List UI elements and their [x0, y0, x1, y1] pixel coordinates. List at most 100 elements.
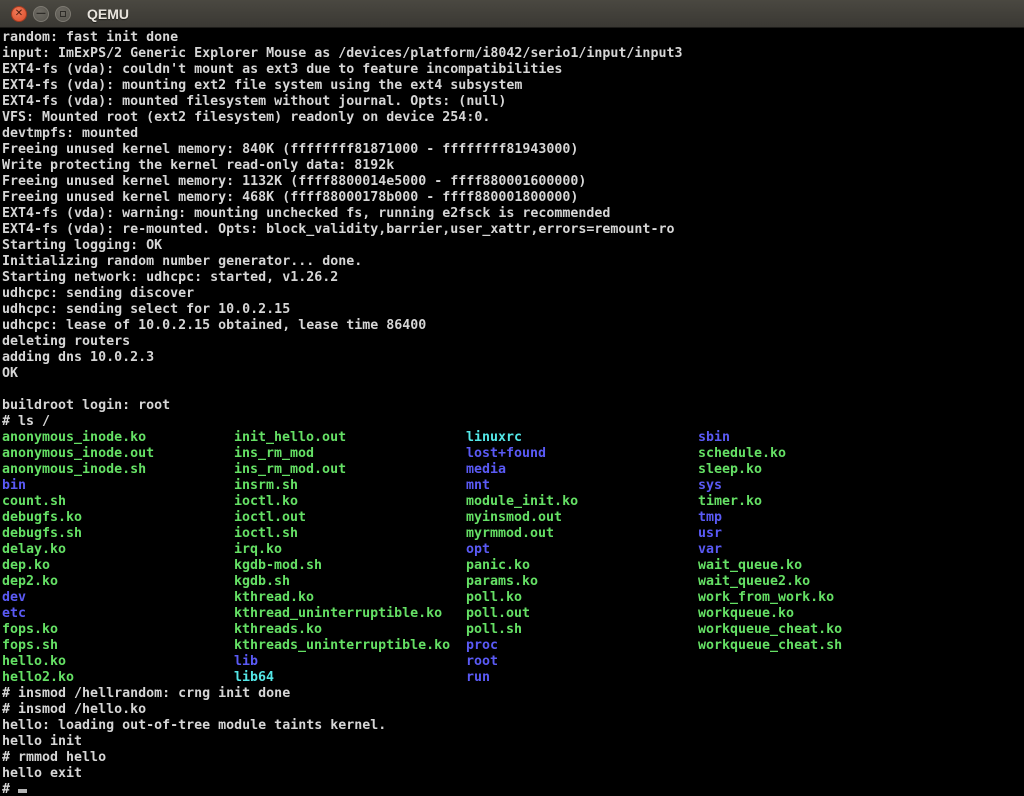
- file-entry: fops.ko: [2, 622, 234, 638]
- maximize-button[interactable]: [55, 6, 71, 22]
- ls-output-row: anonymous_inode.shins_rm_mod.outmediasle…: [2, 462, 1024, 478]
- console-line: udhcpc: sending discover: [2, 286, 1024, 302]
- file-entry: anonymous_inode.out: [2, 446, 234, 462]
- console-line: Freeing unused kernel memory: 1132K (fff…: [2, 174, 1024, 190]
- file-entry: ins_rm_mod: [234, 446, 466, 462]
- ls-output-row: hello.kolibroot: [2, 654, 1024, 670]
- console-line: udhcpc: lease of 10.0.2.15 obtained, lea…: [2, 318, 1024, 334]
- file-entry: workqueue.ko: [698, 606, 794, 622]
- console-line: # insmod /hello.ko: [2, 702, 1024, 718]
- console-line: hello exit: [2, 766, 1024, 782]
- file-entry: kthread_uninterruptible.ko: [234, 606, 466, 622]
- console-line: random: fast init done: [2, 30, 1024, 46]
- minimize-icon: —: [36, 9, 46, 19]
- console-line: # rmmod hello: [2, 750, 1024, 766]
- console-line: hello init: [2, 734, 1024, 750]
- ls-output-row: bininsrm.shmntsys: [2, 478, 1024, 494]
- file-entry: kthreads.ko: [234, 622, 466, 638]
- file-entry: poll.out: [466, 606, 698, 622]
- console-line: input: ImExPS/2 Generic Explorer Mouse a…: [2, 46, 1024, 62]
- console-line: EXT4-fs (vda): couldn't mount as ext3 du…: [2, 62, 1024, 78]
- window-titlebar[interactable]: ✕ — QEMU: [0, 0, 1024, 28]
- file-entry: count.sh: [2, 494, 234, 510]
- console-line: OK: [2, 366, 1024, 382]
- file-entry: params.ko: [466, 574, 698, 590]
- file-entry: sys: [698, 478, 722, 494]
- console-line: EXT4-fs (vda): mounting ext2 file system…: [2, 78, 1024, 94]
- console-line: Freeing unused kernel memory: 468K (ffff…: [2, 190, 1024, 206]
- console-line: deleting routers: [2, 334, 1024, 350]
- console-line: VFS: Mounted root (ext2 filesystem) read…: [2, 110, 1024, 126]
- file-entry: poll.sh: [466, 622, 698, 638]
- file-entry: init_hello.out: [234, 430, 466, 446]
- file-entry: media: [466, 462, 698, 478]
- file-entry: work_from_work.ko: [698, 590, 834, 606]
- file-entry: kthreads_uninterruptible.ko: [234, 638, 466, 654]
- ls-output-row: devkthread.kopoll.kowork_from_work.ko: [2, 590, 1024, 606]
- qemu-console[interactable]: random: fast init doneinput: ImExPS/2 Ge…: [0, 28, 1024, 795]
- file-entry: proc: [466, 638, 698, 654]
- file-entry: timer.ko: [698, 494, 762, 510]
- ls-output-row: dep.kokgdb-mod.shpanic.kowait_queue.ko: [2, 558, 1024, 574]
- file-entry: kgdb-mod.sh: [234, 558, 466, 574]
- file-entry: dev: [2, 590, 234, 606]
- file-entry: bin: [2, 478, 234, 494]
- terminal-cursor: [18, 789, 27, 793]
- file-entry: fops.sh: [2, 638, 234, 654]
- file-entry: panic.ko: [466, 558, 698, 574]
- file-entry: var: [698, 542, 722, 558]
- file-entry: opt: [466, 542, 698, 558]
- file-entry: schedule.ko: [698, 446, 786, 462]
- file-entry: workqueue_cheat.ko: [698, 622, 842, 638]
- file-entry: ioctl.sh: [234, 526, 466, 542]
- file-entry: delay.ko: [2, 542, 234, 558]
- file-entry: ins_rm_mod.out: [234, 462, 466, 478]
- shell-prompt: #: [2, 782, 18, 795]
- minimize-button[interactable]: —: [33, 6, 49, 22]
- console-line: # ls /: [2, 414, 1024, 430]
- ls-output-row: debugfs.koioctl.outmyinsmod.outtmp: [2, 510, 1024, 526]
- console-line: Initializing random number generator... …: [2, 254, 1024, 270]
- ls-output-row: count.shioctl.komodule_init.kotimer.ko: [2, 494, 1024, 510]
- file-entry: myrmmod.out: [466, 526, 698, 542]
- ls-output-row: hello2.kolib64run: [2, 670, 1024, 686]
- file-entry: root: [466, 654, 698, 670]
- file-entry: hello2.ko: [2, 670, 234, 686]
- file-entry: hello.ko: [2, 654, 234, 670]
- file-entry: debugfs.sh: [2, 526, 234, 542]
- console-line: udhcpc: sending select for 10.0.2.15: [2, 302, 1024, 318]
- maximize-icon: [60, 11, 66, 17]
- console-line: Starting network: udhcpc: started, v1.26…: [2, 270, 1024, 286]
- file-entry: ioctl.out: [234, 510, 466, 526]
- file-entry: kgdb.sh: [234, 574, 466, 590]
- file-entry: dep2.ko: [2, 574, 234, 590]
- file-entry: etc: [2, 606, 234, 622]
- console-line: # insmod /hellrandom: crng init done: [2, 686, 1024, 702]
- file-entry: sleep.ko: [698, 462, 762, 478]
- file-entry: anonymous_inode.sh: [2, 462, 234, 478]
- file-entry: mnt: [466, 478, 698, 494]
- ls-output-row: fops.kokthreads.kopoll.shworkqueue_cheat…: [2, 622, 1024, 638]
- ls-output-row: debugfs.shioctl.shmyrmmod.outusr: [2, 526, 1024, 542]
- close-icon: ✕: [15, 9, 23, 19]
- ls-output-row: fops.shkthreads_uninterruptible.koprocwo…: [2, 638, 1024, 654]
- file-entry: dep.ko: [2, 558, 234, 574]
- ls-output-row: dep2.kokgdb.shparams.kowait_queue2.ko: [2, 574, 1024, 590]
- file-entry: tmp: [698, 510, 722, 526]
- file-entry: myinsmod.out: [466, 510, 698, 526]
- file-entry: debugfs.ko: [2, 510, 234, 526]
- console-line: devtmpfs: mounted: [2, 126, 1024, 142]
- file-entry: usr: [698, 526, 722, 542]
- console-line: Starting logging: OK: [2, 238, 1024, 254]
- file-entry: lib: [234, 654, 466, 670]
- file-entry: kthread.ko: [234, 590, 466, 606]
- file-entry: wait_queue2.ko: [698, 574, 810, 590]
- console-line: adding dns 10.0.2.3: [2, 350, 1024, 366]
- file-entry: lib64: [234, 670, 466, 686]
- close-button[interactable]: ✕: [11, 6, 27, 22]
- ls-output-row: delay.koirq.kooptvar: [2, 542, 1024, 558]
- console-line: EXT4-fs (vda): re-mounted. Opts: block_v…: [2, 222, 1024, 238]
- file-entry: insrm.sh: [234, 478, 466, 494]
- console-line: [2, 382, 1024, 398]
- console-line: buildroot login: root: [2, 398, 1024, 414]
